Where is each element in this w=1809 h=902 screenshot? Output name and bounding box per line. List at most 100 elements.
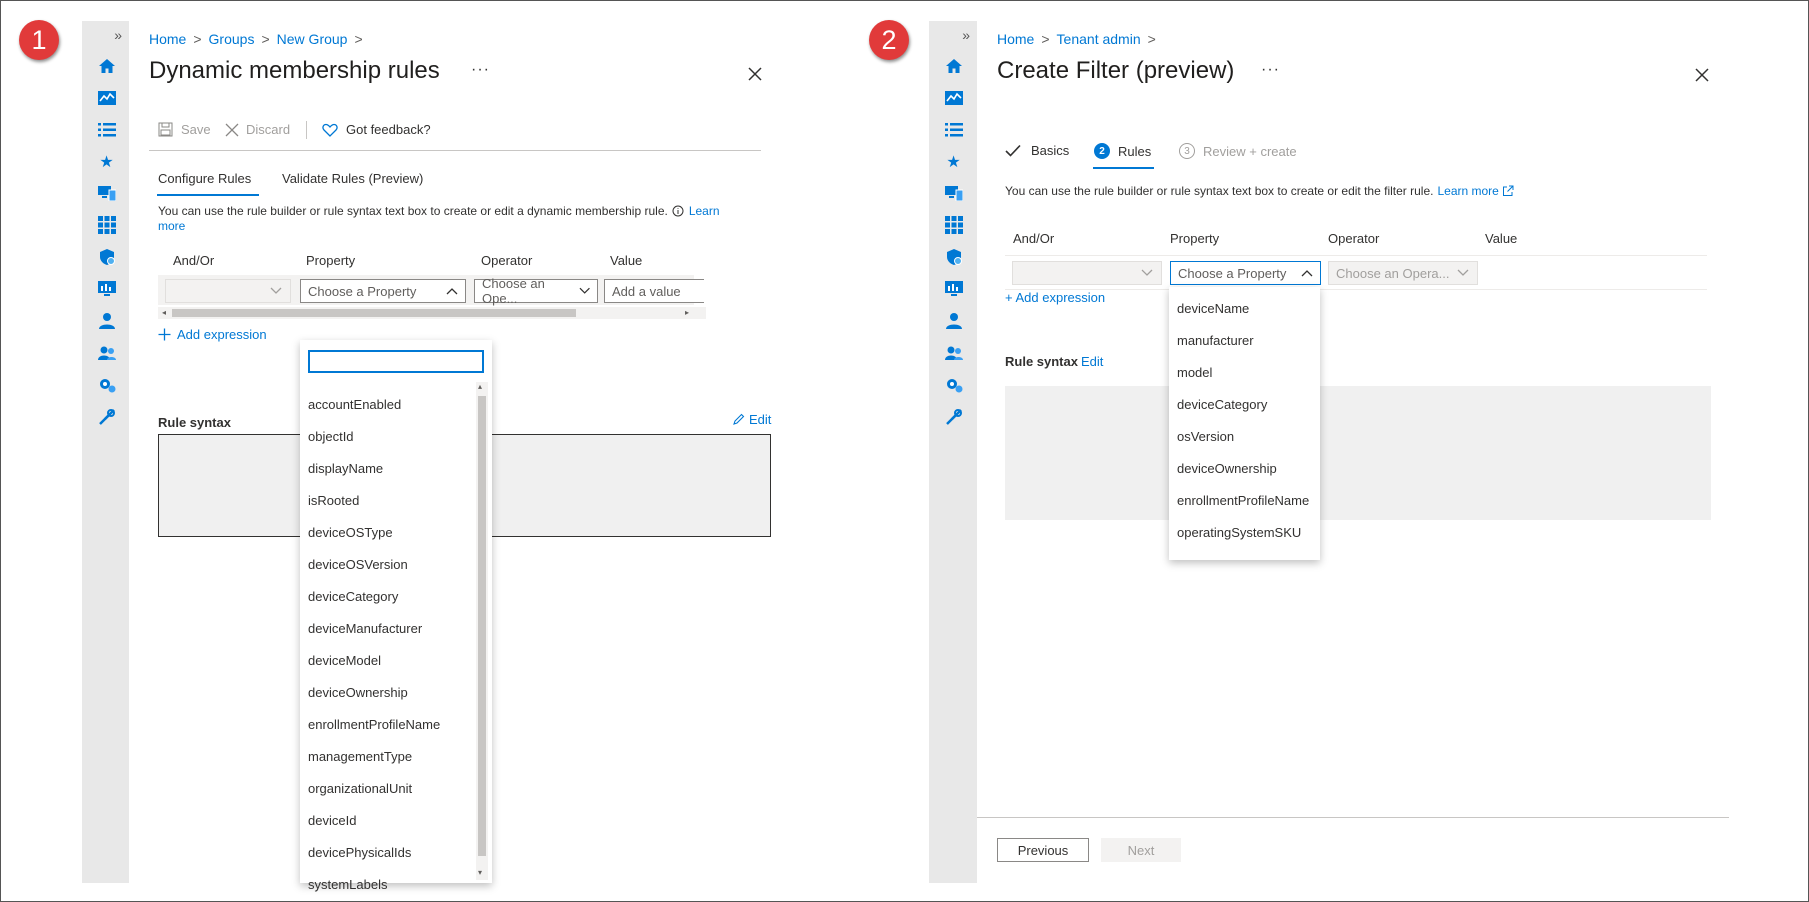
all-services-icon[interactable] [97,120,116,139]
devices-icon[interactable] [944,183,963,202]
property-search-input[interactable] [308,350,484,373]
operator-dropdown[interactable]: Choose an Opera... [1328,261,1478,285]
next-button[interactable]: Next [1101,838,1181,862]
edit-rule-syntax-button[interactable]: Edit [1081,354,1103,369]
rule-syntax-textbox[interactable] [1005,386,1711,520]
column-header-and-or: And/Or [173,253,215,268]
property-option[interactable]: deviceOwnership [1177,461,1277,476]
add-expression-button[interactable]: + Add expression [1005,290,1105,305]
property-option[interactable]: deviceCategory [308,589,398,604]
apps-grid-icon[interactable] [944,215,963,234]
step-review-create[interactable]: 3 Review + create [1179,143,1297,159]
scroll-down-icon[interactable]: ▾ [478,868,482,877]
more-options-button[interactable]: ··· [1261,61,1280,79]
dropdown-vertical-scrollbar[interactable]: ▴ ▾ [476,382,488,880]
property-option[interactable]: objectId [308,429,354,444]
reports-monitor-icon[interactable] [97,279,116,298]
property-option[interactable]: deviceOSVersion [308,557,408,572]
devices-icon[interactable] [97,183,116,202]
property-option[interactable]: deviceModel [308,653,381,668]
scroll-left-icon[interactable]: ◂ [162,308,166,317]
feedback-label: Got feedback? [346,122,431,137]
breadcrumb-home[interactable]: Home [149,31,186,47]
tenant-admin-icon[interactable] [97,375,116,394]
edit-rule-syntax-button[interactable]: Edit [732,412,771,427]
dashboard-icon[interactable] [97,88,116,107]
breadcrumb-home[interactable]: Home [997,31,1034,47]
property-option[interactable]: organizationalUnit [308,781,412,796]
property-option[interactable]: deviceCategory [1177,397,1267,412]
close-icon[interactable] [1693,66,1711,84]
expand-chevron-icon[interactable]: » [962,27,970,43]
expand-chevron-icon[interactable]: » [114,27,122,43]
learn-more-link[interactable]: Learn more [1437,184,1498,198]
and-or-dropdown[interactable] [1012,261,1162,285]
property-option[interactable]: deviceName [1177,301,1249,316]
property-option[interactable]: deviceOwnership [308,685,408,700]
property-option[interactable]: managementType [308,749,412,764]
favorites-star-icon[interactable]: ★ [97,152,116,171]
troubleshooting-tools-icon[interactable] [944,407,963,426]
endpoint-security-shield-icon[interactable] [944,247,963,266]
feedback-button[interactable]: Got feedback? [322,122,431,137]
troubleshooting-tools-icon[interactable] [97,407,116,426]
property-dropdown[interactable]: Choose a Property [300,279,466,303]
apps-grid-icon[interactable] [97,215,116,234]
learn-more-link[interactable]: Learn [689,204,720,218]
property-option[interactable]: manufacturer [1177,333,1254,348]
previous-button[interactable]: Previous [997,838,1089,862]
step-rules[interactable]: 2 Rules [1094,143,1151,159]
groups-icon[interactable] [97,343,116,362]
add-expression-button[interactable]: Add expression [158,327,267,342]
property-option[interactable]: accountEnabled [308,397,401,412]
save-button[interactable]: Save [158,122,211,137]
step-basics[interactable]: Basics [1005,143,1069,158]
property-option[interactable]: displayName [308,461,383,476]
breadcrumb-tenant-admin[interactable]: Tenant admin [1057,31,1141,47]
property-dropdown[interactable]: Choose a Property [1170,261,1321,285]
favorites-star-icon[interactable]: ★ [944,152,963,171]
property-option[interactable]: deviceOSType [308,525,393,540]
property-option[interactable]: osVersion [1177,429,1234,444]
property-option[interactable]: operatingSystemSKU [1177,525,1301,540]
users-icon[interactable] [97,311,116,330]
column-header-operator: Operator [1328,231,1380,246]
info-icon[interactable] [672,205,684,217]
dropdown-scrollbar-thumb[interactable] [478,396,486,856]
home-icon[interactable] [944,56,963,75]
close-icon[interactable] [746,65,764,83]
page-title: Create Filter (preview) [997,57,1235,84]
property-option[interactable]: systemLabels [308,877,387,892]
toolbar-divider [306,121,307,139]
endpoint-security-shield-icon[interactable] [97,247,116,266]
value-input[interactable]: Add a value [604,279,704,303]
breadcrumb-groups[interactable]: Groups [209,31,255,47]
and-or-dropdown[interactable] [165,279,291,303]
horizontal-scrollbar[interactable]: ◂ ▸ [158,307,706,319]
reports-monitor-icon[interactable] [944,279,963,298]
property-option[interactable]: deviceId [308,813,356,828]
scroll-right-icon[interactable]: ▸ [685,308,689,317]
discard-button[interactable]: Discard [225,122,290,137]
dashboard-icon[interactable] [944,88,963,107]
property-option[interactable]: devicePhysicalIds [308,845,411,860]
property-option[interactable]: model [1177,365,1212,380]
breadcrumb-new-group[interactable]: New Group [277,31,348,47]
more-options-button[interactable]: ··· [471,61,490,79]
property-option[interactable]: enrollmentProfileName [308,717,440,732]
property-option[interactable]: enrollmentProfileName [1177,493,1309,508]
operator-dropdown[interactable]: Choose an Ope... [474,276,598,306]
home-icon[interactable] [97,56,116,75]
property-option[interactable]: deviceManufacturer [308,621,422,636]
groups-icon[interactable] [944,343,963,362]
horizontal-scrollbar-thumb[interactable] [172,309,576,317]
tab-validate-rules[interactable]: Validate Rules (Preview) [282,171,423,186]
tab-configure-rules[interactable]: Configure Rules [158,171,251,186]
external-link-icon[interactable] [1502,185,1514,197]
property-option[interactable]: isRooted [308,493,359,508]
learn-more-link-continued[interactable]: more [158,219,185,233]
all-services-icon[interactable] [944,120,963,139]
tenant-admin-icon[interactable] [944,375,963,394]
users-icon[interactable] [944,311,963,330]
scroll-up-icon[interactable]: ▴ [478,382,482,391]
